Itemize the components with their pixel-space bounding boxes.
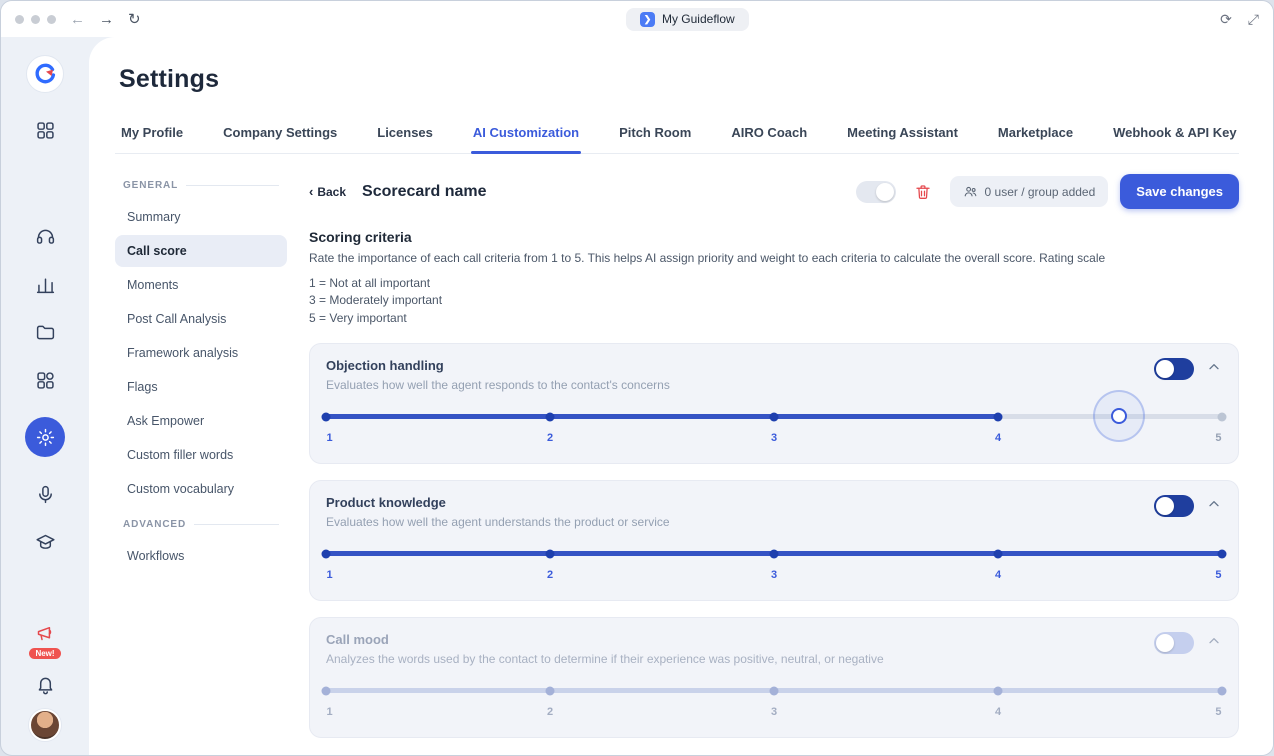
guideflow-logo-icon: ❯ <box>640 12 655 27</box>
new-badge: New! <box>29 648 60 659</box>
library-folder-icon[interactable] <box>34 321 56 343</box>
subnav-item-custom-vocabulary[interactable]: Custom vocabulary <box>115 473 287 505</box>
save-changes-button[interactable]: Save changes <box>1120 174 1239 209</box>
user-avatar[interactable] <box>29 709 61 741</box>
reload-icon[interactable]: ↻ <box>128 10 141 28</box>
subnav-item-framework-analysis[interactable]: Framework analysis <box>115 337 287 369</box>
tab-ai-customization[interactable]: AI Customization <box>471 112 581 153</box>
criterion-card-call-mood: Call mood Analyzes the words used by the… <box>309 617 1239 738</box>
tick-label: 1 <box>327 706 333 718</box>
tab-airo-coach[interactable]: AIRO Coach <box>729 112 809 153</box>
settings-tabs: My Profile Company Settings Licenses AI … <box>115 112 1239 154</box>
users-icon <box>963 184 978 199</box>
rating-scale-legend: 1 = Not at all important 3 = Moderately … <box>309 275 1239 327</box>
subnav-item-call-score[interactable]: Call score <box>115 235 287 267</box>
criterion-name: Call mood <box>326 632 884 647</box>
criterion-description: Analyzes the words used by the contact t… <box>326 652 884 666</box>
tick-label: 5 <box>1215 432 1221 444</box>
criterion-enabled-toggle[interactable] <box>1154 495 1194 517</box>
tick-label: 1 <box>327 432 333 444</box>
tick-label: 3 <box>771 706 777 718</box>
subnav-item-summary[interactable]: Summary <box>115 201 287 233</box>
forward-arrow-icon[interactable]: → <box>99 11 114 28</box>
criterion-card-objection-handling: Objection handling Evaluates how well th… <box>309 343 1239 464</box>
scorecard-title: Scorecard name <box>362 183 487 201</box>
microphone-icon[interactable] <box>34 483 56 505</box>
criterion-description: Evaluates how well the agent understands… <box>326 515 670 529</box>
criterion-rating-slider[interactable]: 1 2 3 4 5 <box>326 688 1222 721</box>
tick-label: 2 <box>547 569 553 581</box>
icon-sidebar: New! <box>1 37 89 755</box>
tick-label: 2 <box>547 432 553 444</box>
criterion-enabled-toggle[interactable] <box>1154 358 1194 380</box>
browser-tab[interactable]: ❯ My Guideflow <box>626 8 749 31</box>
subnav-item-custom-filler-words[interactable]: Custom filler words <box>115 439 287 471</box>
subnav-advanced-label: ADVANCED <box>123 519 186 530</box>
whats-new-icon[interactable] <box>34 621 56 643</box>
tick-label: 4 <box>995 432 1001 444</box>
tick-label: 2 <box>547 706 553 718</box>
analytics-icon[interactable] <box>34 273 56 295</box>
tick-label: 3 <box>771 432 777 444</box>
criterion-description: Evaluates how well the agent responds to… <box>326 378 670 392</box>
collapse-chevron-icon[interactable] <box>1206 359 1222 380</box>
settings-gear-icon[interactable] <box>25 417 65 457</box>
tab-pitch-room[interactable]: Pitch Room <box>617 112 693 153</box>
criterion-rating-slider[interactable]: 1 2 3 4 5 <box>326 551 1222 584</box>
notifications-bell-icon[interactable] <box>34 673 56 695</box>
tab-meeting-assistant[interactable]: Meeting Assistant <box>845 112 960 153</box>
dashboard-icon[interactable] <box>34 119 56 141</box>
tab-company-settings[interactable]: Company Settings <box>221 112 339 153</box>
tab-marketplace[interactable]: Marketplace <box>996 112 1075 153</box>
subnav-item-moments[interactable]: Moments <box>115 269 287 301</box>
tab-webhook-api-key[interactable]: Webhook & API Key <box>1111 112 1239 153</box>
collapse-chevron-icon[interactable] <box>1206 633 1222 654</box>
academy-cap-icon[interactable] <box>34 531 56 553</box>
tab-licenses[interactable]: Licenses <box>375 112 435 153</box>
settings-panel: Settings My Profile Company Settings Lic… <box>89 37 1273 755</box>
tick-label: 3 <box>771 569 777 581</box>
delete-scorecard-button[interactable] <box>908 177 938 207</box>
tick-label: 4 <box>995 706 1001 718</box>
app-window: ← → ↻ ❯ My Guideflow ⟳ ⤢ <box>0 0 1274 756</box>
criterion-rating-slider[interactable]: 1 2 3 4 5 <box>326 414 1222 447</box>
subnav-item-ask-empower[interactable]: Ask Empower <box>115 405 287 437</box>
subnav-item-workflows[interactable]: Workflows <box>115 540 287 572</box>
criterion-enabled-toggle[interactable] <box>1154 632 1194 654</box>
scorecard-active-toggle[interactable] <box>856 181 896 203</box>
subnav-item-post-call-analysis[interactable]: Post Call Analysis <box>115 303 287 335</box>
collapse-chevron-icon[interactable] <box>1206 496 1222 517</box>
criterion-name: Product knowledge <box>326 495 670 510</box>
tick-label: 5 <box>1215 569 1221 581</box>
scorecard-section: ‹ Back Scorecard name 0 user / group add… <box>309 174 1239 755</box>
tab-my-profile[interactable]: My Profile <box>119 112 185 153</box>
tick-label: 1 <box>327 569 333 581</box>
tick-label: 4 <box>995 569 1001 581</box>
chevron-left-icon: ‹ <box>309 184 313 199</box>
calls-icon[interactable] <box>34 225 56 247</box>
settings-subnav: GENERAL Summary Call score Moments Post … <box>115 174 287 755</box>
app-logo[interactable] <box>26 55 64 93</box>
subnav-item-flags[interactable]: Flags <box>115 371 287 403</box>
subnav-general-label: GENERAL <box>123 180 178 191</box>
criterion-name: Objection handling <box>326 358 670 373</box>
browser-chrome: ← → ↻ ❯ My Guideflow ⟳ ⤢ <box>1 1 1273 37</box>
criterion-card-product-knowledge: Product knowledge Evaluates how well the… <box>309 480 1239 601</box>
window-controls[interactable] <box>15 15 56 24</box>
scoring-criteria-description: Rate the importance of each call criteri… <box>309 251 1239 265</box>
page-title: Settings <box>119 65 1239 94</box>
tick-label: 5 <box>1215 706 1221 718</box>
fullscreen-icon[interactable]: ⤢ <box>1248 11 1259 28</box>
back-button[interactable]: ‹ Back <box>309 184 346 199</box>
scoring-criteria-heading: Scoring criteria <box>309 229 1239 245</box>
users-group-badge[interactable]: 0 user / group added <box>950 176 1109 207</box>
browser-tab-title: My Guideflow <box>662 12 735 26</box>
apps-grid-icon[interactable] <box>34 369 56 391</box>
share-icon[interactable]: ⟳ <box>1220 11 1232 28</box>
back-arrow-icon[interactable]: ← <box>70 11 85 28</box>
